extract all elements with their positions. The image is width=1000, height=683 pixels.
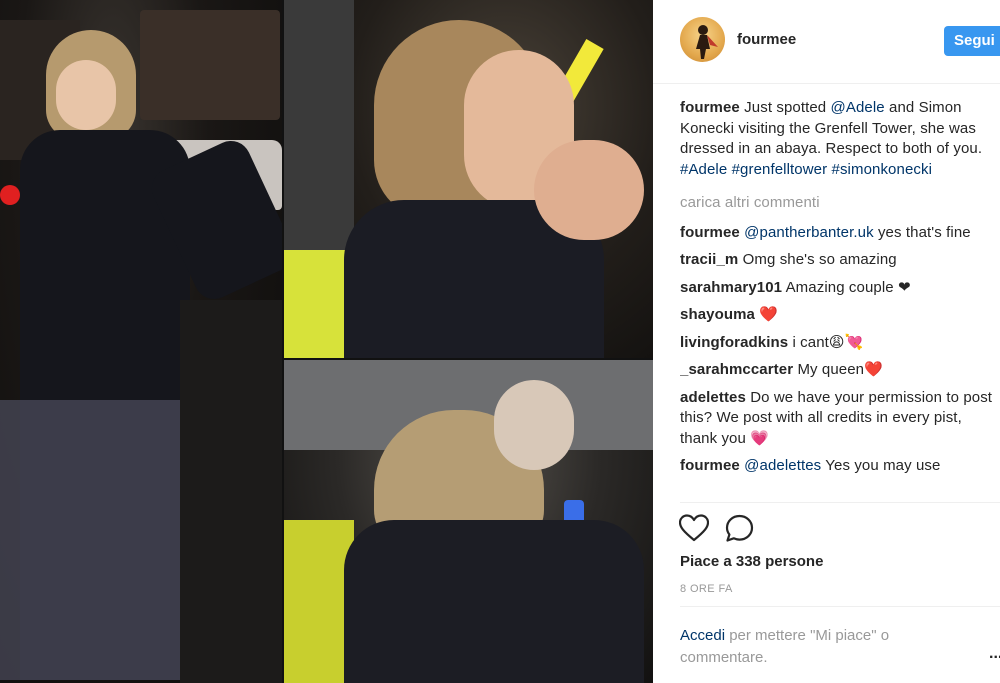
comment-text: yes that's fine: [873, 223, 971, 241]
comment-item: fourmee @pantherbanter.uk yes that's fin…: [680, 223, 998, 244]
comment-item: adelettes Do we have your permission to …: [680, 388, 998, 450]
comment-mention[interactable]: @pantherbanter.uk: [744, 224, 874, 241]
comment-icon[interactable]: [725, 514, 755, 549]
comments-list[interactable]: fourmee Just spotted @Adele and Simon Ko…: [680, 98, 998, 502]
hashtag-adele[interactable]: #Adele: [680, 161, 727, 178]
login-link[interactable]: Accedi: [680, 627, 725, 644]
photo-panel-left: [0, 0, 282, 683]
comment-text: Yes you may use: [821, 457, 941, 474]
comment-text: Omg she's so amazing: [742, 251, 897, 268]
post-header: fourmee Segui: [653, 0, 1000, 84]
avatar[interactable]: [680, 17, 725, 62]
post-caption: fourmee Just spotted @Adele and Simon Ko…: [680, 98, 998, 180]
post-photo[interactable]: [0, 0, 653, 683]
comment-user[interactable]: adelettes: [680, 389, 746, 406]
comment-user[interactable]: sarahmary101: [680, 279, 782, 296]
load-more-comments[interactable]: carica altri commenti: [680, 193, 998, 214]
photo-panel-top-right: [284, 0, 653, 358]
caption-mention[interactable]: @Adele: [831, 99, 885, 116]
post-timestamp[interactable]: 8 ORE FA: [680, 583, 733, 595]
heart-icon[interactable]: [678, 514, 710, 547]
login-prompt: Accedi per mettere "Mi piace" o commenta…: [680, 625, 940, 669]
comment-user[interactable]: livingforadkins: [680, 334, 788, 351]
post-sidebar: fourmee Segui fourmee Just spotted @Adel…: [653, 0, 1000, 683]
likes-count[interactable]: Piace a 338 persone: [680, 553, 823, 570]
comment-user[interactable]: fourmee: [680, 457, 740, 474]
comment-item: tracii_m Omg she's so amazing: [680, 250, 998, 271]
divider: [680, 606, 1000, 607]
hashtag-simonkonecki[interactable]: #simonkonecki: [832, 161, 933, 178]
comment-text: ❤️: [759, 306, 779, 323]
comment-text: i cant😩💘: [792, 333, 864, 351]
comment-item: fourmee @adelettes Yes you may use: [680, 456, 998, 477]
comment-user[interactable]: fourmee: [680, 224, 740, 241]
follow-button[interactable]: Segui: [944, 26, 1000, 56]
comment-item: _sarahmccarter My queen❤️: [680, 360, 998, 381]
post-username[interactable]: fourmee: [737, 31, 796, 48]
comment-user[interactable]: _sarahmccarter: [680, 361, 793, 378]
more-options-icon[interactable]: ...: [989, 645, 1000, 663]
comment-mention[interactable]: @adelettes: [744, 457, 821, 474]
comment-item: shayouma ❤️: [680, 305, 998, 326]
comment-user[interactable]: shayouma: [680, 306, 755, 323]
hashtag-grenfelltower[interactable]: #grenfelltower: [732, 161, 828, 178]
comment-item: sarahmary101 Amazing couple ❤: [680, 278, 998, 299]
caption-user[interactable]: fourmee: [680, 99, 740, 116]
comment-text: My queen❤️: [797, 361, 883, 378]
caption-text: Just spotted: [744, 99, 831, 116]
comment-item: livingforadkins i cant😩💘: [680, 333, 998, 354]
divider: [680, 502, 1000, 503]
photo-panel-bottom-right: [284, 360, 653, 683]
comment-text: Amazing couple ❤: [785, 278, 911, 296]
comment-user[interactable]: tracii_m: [680, 251, 738, 268]
